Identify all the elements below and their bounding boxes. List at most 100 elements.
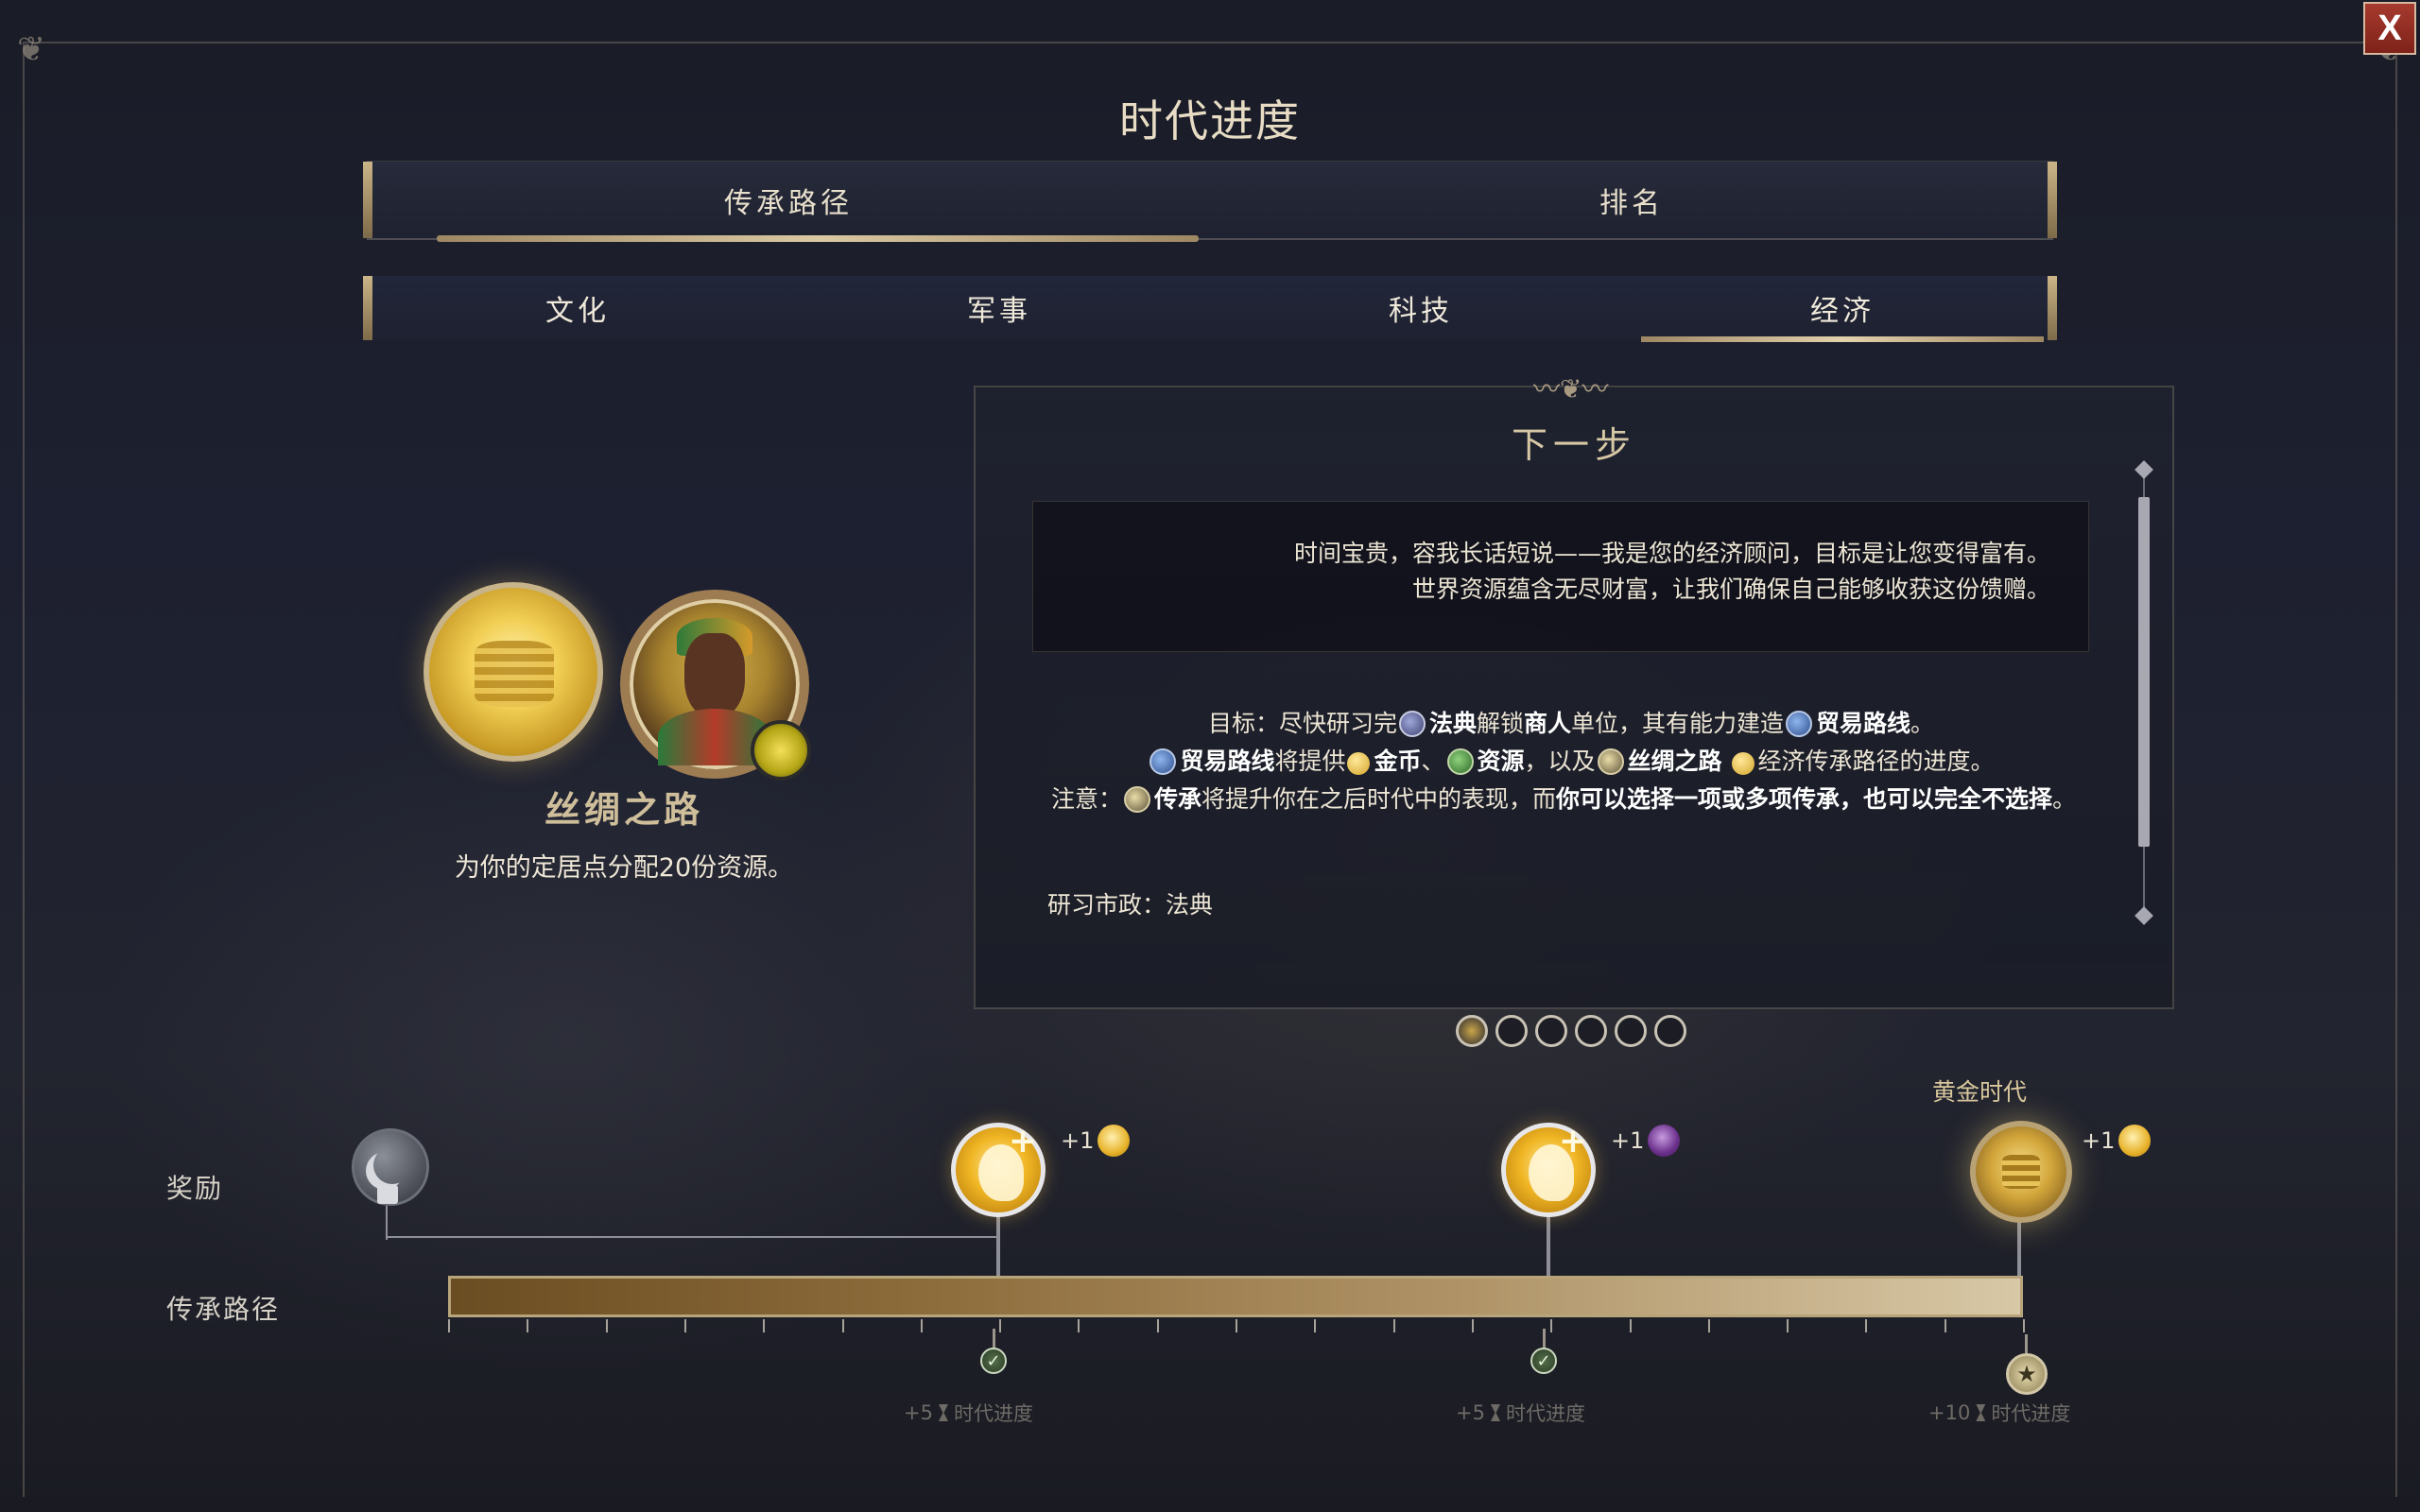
legacy-path-label: 传承路径 bbox=[166, 1294, 281, 1325]
panel-scrollbar[interactable] bbox=[2135, 460, 2153, 925]
great-person-reward-icon[interactable]: + bbox=[951, 1122, 1046, 1217]
great-person-icon bbox=[1098, 1125, 1131, 1157]
crescent-icon bbox=[373, 1146, 411, 1184]
tab-economy[interactable]: 经济 bbox=[1632, 276, 2053, 342]
objective-line-3: 注意： 传承将提升你在之后时代中的表现，而你可以选择一项或多项传承，也可以完全不选… bbox=[1051, 781, 2091, 818]
hourglass-icon bbox=[938, 1404, 948, 1421]
leader-face bbox=[684, 633, 745, 718]
golden-age-label: 黄金时代 bbox=[1932, 1078, 2028, 1106]
milestone-label: +5 时代进度 bbox=[904, 1399, 1033, 1427]
purple-relic-icon bbox=[1648, 1125, 1681, 1157]
trade-route-link[interactable]: 贸易路线 bbox=[1816, 710, 1910, 737]
objective-bold-run: 你可以选择一项或多项传承，也可以完全不选择 bbox=[1556, 785, 2053, 813]
hourglass-icon bbox=[1976, 1404, 1986, 1421]
coin-stack-icon bbox=[2002, 1155, 2040, 1189]
reward-stem bbox=[996, 1215, 1000, 1276]
legacy-link[interactable]: 传承 bbox=[1154, 785, 1201, 813]
next-step-panel: 〰❦〰 下一步 时间宝贵，容我长话短说——我是您的经济顾问，目标是让您变得富有。… bbox=[974, 373, 2174, 1009]
gold-icon bbox=[1731, 752, 1754, 775]
tab-legacy-paths[interactable]: 传承路径 bbox=[367, 162, 1210, 242]
plus-icon: + bbox=[1008, 1122, 1037, 1160]
objective-line-2: 贸易路线将提供 金币、 资源，以及 丝绸之路 经济传承路径的进度。 bbox=[1051, 743, 2091, 781]
quote-line-1: 时间宝贵，容我长话短说——我是您的经济顾问，目标是让您变得富有。 bbox=[1293, 540, 2050, 567]
tabbar-endcap-right bbox=[2048, 162, 2057, 238]
objective-text: 目标：尽快研习完 法典解锁商人单位，其有能力建造 贸易路线。 贸易路线将提供 金币、资… bbox=[1051, 705, 2091, 818]
corner-ornament-left-icon: ❦ bbox=[17, 30, 46, 69]
objective-text-run: 将提供 bbox=[1274, 747, 1346, 775]
next-step-title: 下一步 bbox=[1511, 424, 1636, 466]
reward-stem bbox=[1547, 1215, 1550, 1276]
gold-link[interactable]: 金币 bbox=[1374, 747, 1421, 775]
lock-icon bbox=[377, 1185, 398, 1204]
merchant-link[interactable]: 商人 bbox=[1524, 710, 1571, 737]
resource-link[interactable]: 资源 bbox=[1478, 747, 1525, 775]
trade-route-link[interactable]: 贸易路线 bbox=[1180, 747, 1274, 775]
legacy-progress-bar bbox=[448, 1276, 2023, 1317]
leader-portrait bbox=[620, 590, 811, 781]
page-dot-4[interactable] bbox=[1575, 1015, 1607, 1047]
legacy-trophy-icon bbox=[1124, 786, 1151, 813]
golden-age-reward-icon[interactable] bbox=[1970, 1121, 2072, 1223]
civic-requirement: 研习市政：法典 bbox=[1047, 891, 1214, 919]
objective-text-run: 。 bbox=[2052, 785, 2077, 813]
scrollbar-down-icon[interactable] bbox=[2135, 906, 2153, 925]
progress-tick bbox=[1865, 1319, 1868, 1332]
page-indicator bbox=[1456, 1015, 1686, 1047]
tab-science[interactable]: 科技 bbox=[1210, 276, 1632, 340]
progress-tick bbox=[1787, 1319, 1789, 1332]
progress-tick bbox=[448, 1319, 450, 1332]
tab-culture[interactable]: 文化 bbox=[367, 276, 788, 340]
objective-text-run: ，以及 bbox=[1524, 747, 1596, 775]
progress-tick bbox=[1629, 1319, 1632, 1332]
scrollbar-thumb[interactable] bbox=[2138, 497, 2150, 847]
progress-tick bbox=[1707, 1319, 1710, 1332]
progress-tick bbox=[1236, 1319, 1237, 1332]
civic-link[interactable]: 法典 bbox=[1429, 710, 1477, 737]
progress-tick bbox=[1550, 1319, 1553, 1332]
page-title: 时代进度 bbox=[1119, 95, 1301, 146]
progress-tick bbox=[2023, 1319, 2025, 1332]
golden-age-icon bbox=[2118, 1125, 2152, 1157]
objective-text-run: 经济传承路径的进度。 bbox=[1757, 747, 1995, 775]
progress-tick bbox=[1944, 1319, 1946, 1332]
progress-tick bbox=[1392, 1319, 1395, 1332]
objective-text-run: 单位，其有能力建造 bbox=[1571, 710, 1785, 737]
silk-road-link[interactable]: 丝绸之路 bbox=[1628, 747, 1722, 775]
category-tabbar: 文化 军事 科技 经济 bbox=[363, 276, 2057, 342]
milestone-value: +5 bbox=[904, 1401, 933, 1424]
rewards-label: 奖励 bbox=[166, 1173, 224, 1204]
reward-stem bbox=[2017, 1221, 2021, 1276]
legacy-trophy-icon bbox=[1597, 748, 1624, 775]
progress-tick bbox=[605, 1319, 608, 1332]
civic-scroll-icon bbox=[1398, 711, 1426, 737]
milestone-value: +10 bbox=[1928, 1401, 1971, 1424]
subbar-endcap-right bbox=[2048, 276, 2057, 340]
gold-coin-laurel-icon bbox=[424, 582, 603, 762]
connector-line bbox=[386, 1236, 1000, 1238]
page-dot-2[interactable] bbox=[1495, 1015, 1528, 1047]
resource-icon bbox=[1446, 748, 1474, 775]
page-dot-5[interactable] bbox=[1615, 1015, 1647, 1047]
panel-ornament-icon: 〰❦〰 bbox=[1533, 373, 1609, 404]
great-person-reward-icon[interactable]: + bbox=[1501, 1122, 1596, 1217]
plus-icon: + bbox=[1558, 1122, 1587, 1160]
gold-icon bbox=[1347, 752, 1371, 775]
progress-tick bbox=[763, 1319, 766, 1332]
progress-tick bbox=[1471, 1319, 1474, 1332]
page-dot-6[interactable] bbox=[1654, 1015, 1686, 1047]
hourglass-icon bbox=[1490, 1404, 1500, 1421]
page-dot-3[interactable] bbox=[1535, 1015, 1567, 1047]
page-dot-1[interactable] bbox=[1456, 1015, 1488, 1047]
progress-tick bbox=[527, 1319, 529, 1332]
check-icon: ✓ bbox=[980, 1348, 1007, 1374]
reward-bonus: +1 bbox=[1061, 1125, 1131, 1157]
objective-text-run: 注意： bbox=[1051, 785, 1123, 813]
close-button[interactable]: X bbox=[2363, 2, 2416, 55]
progress-tick bbox=[841, 1319, 844, 1332]
trade-route-icon bbox=[1786, 711, 1813, 737]
main-tabbar: 传承路径 排名 bbox=[363, 161, 2057, 242]
reward-bonus: +1 bbox=[2082, 1125, 2152, 1157]
tab-rankings[interactable]: 排名 bbox=[1210, 162, 2053, 238]
advisor-quote: 时间宝贵，容我长话短说——我是您的经济顾问，目标是让您变得富有。 世界资源蕴含无… bbox=[1032, 501, 2089, 652]
tab-military[interactable]: 军事 bbox=[788, 276, 1210, 340]
